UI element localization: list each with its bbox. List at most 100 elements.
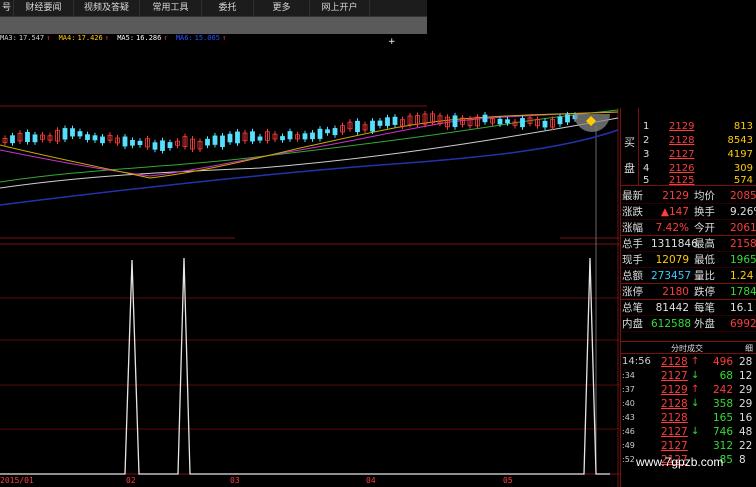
bid-row[interactable]: 1 2129 813: [643, 120, 755, 133]
x-axis-label-4: 05: [503, 476, 513, 485]
candle-body: [557, 116, 563, 125]
tick-direction-icon: ↓: [691, 370, 700, 381]
tick-price: 2128: [661, 356, 688, 368]
candle-body: [160, 140, 165, 151]
stat-value: 2129: [662, 190, 689, 202]
candle-body: [280, 136, 285, 141]
bid-row[interactable]: 3 2127 4197: [643, 148, 755, 161]
stat-label: 均价: [694, 190, 715, 202]
candle-body: [167, 142, 173, 149]
stat-value: 1.24: [730, 270, 754, 282]
candle-body: [85, 134, 90, 140]
tick-row[interactable]: :43 2128 165 16: [621, 411, 756, 425]
stat-value: 2085: [730, 190, 756, 202]
quote-panel: 买 盘 1 2129 813 2 2128 8543 3 2127 4197 4 2126 30…: [620, 108, 756, 487]
stat-row: 现手 12079 最低 1965: [621, 252, 756, 268]
stat-label: 内盘: [622, 318, 643, 330]
tick-volume: 68: [719, 370, 733, 382]
tick-price: 2127: [661, 440, 688, 452]
candle-body: [257, 136, 263, 141]
stat-value: 7.42%: [655, 222, 689, 234]
candle-body: [385, 117, 390, 126]
candle-body: [497, 118, 503, 125]
candle-body: [302, 133, 308, 140]
tick-row[interactable]: :49 2127 312 22: [621, 439, 756, 453]
bid-row[interactable]: 5 2125 574: [643, 174, 755, 187]
bid-label-buy: 买: [624, 136, 635, 149]
stat-value: 16.1: [730, 302, 754, 314]
tick-time: :37: [622, 385, 635, 394]
tick-time: 14:56: [622, 356, 651, 367]
candle-body: [317, 128, 323, 139]
stat-row: 涨停 2180 跌停 1784: [621, 284, 756, 300]
stat-label: 换手: [694, 206, 715, 218]
tick-volume: 165: [712, 412, 733, 424]
tick-volume: 496: [712, 356, 733, 368]
candle-body: [392, 116, 398, 125]
candle-body: [332, 128, 338, 136]
tick-time: :49: [622, 441, 635, 450]
stat-value: 81442: [655, 302, 689, 314]
tick-price: 2129: [661, 384, 688, 396]
tick-row[interactable]: 14:56 2128 ↑ 496 28: [621, 355, 756, 369]
stat-label: 跌停: [694, 286, 715, 298]
stat-label: 涨幅: [622, 222, 643, 234]
stat-label: 量比: [694, 270, 715, 282]
bid-book: 买 盘 1 2129 813 2 2128 8543 3 2127 4197 4 2126 30…: [621, 108, 756, 186]
x-axis-label-1: 02: [126, 476, 136, 485]
tick-volume: 746: [712, 426, 733, 438]
stat-value: 1784: [730, 286, 756, 298]
stat-value: 2180: [662, 286, 689, 298]
tick-volume: 242: [712, 384, 733, 396]
tick-time: :40: [622, 399, 635, 408]
tick-row[interactable]: :34 2127 ↓ 68 12: [621, 369, 756, 383]
bid-row[interactable]: 2 2128 8543: [643, 134, 755, 147]
stat-label: 现手: [622, 254, 643, 266]
stock-chart[interactable]: [0, 0, 620, 487]
stat-row: 最新 2129 均价 2085: [621, 188, 756, 204]
stat-label: 总笔: [622, 302, 643, 314]
candle-body: [310, 132, 315, 140]
candle-body: [32, 134, 38, 143]
stat-row: 涨幅 7.42% 今开 2061: [621, 220, 756, 236]
candle-body: [77, 131, 83, 137]
candle-body: [92, 135, 98, 141]
tick-row[interactable]: :37 2129 ↑ 242 29: [621, 383, 756, 397]
tick-price: 2127: [661, 370, 688, 382]
stat-label: 总额: [622, 270, 643, 282]
tick-time: :34: [622, 371, 635, 380]
candle-body: [235, 131, 240, 144]
candle-body: [25, 131, 30, 143]
candle-body: [70, 128, 75, 137]
quote-stats: 最新 2129 均价 2085 涨跌 ▲147 换手 9.26% 涨幅 7.42% 今开 2061 总手…: [621, 188, 756, 332]
candle-body: [152, 142, 158, 150]
tick-price: 2127: [661, 426, 688, 438]
tick-count: 12: [739, 370, 753, 382]
candle-body: [137, 140, 143, 146]
candle-body: [205, 138, 210, 146]
stat-label: 最低: [694, 254, 715, 266]
tick-trades-header[interactable]: 分时成交 细: [621, 341, 756, 354]
tick-count: 22: [739, 440, 753, 452]
candle-body: [100, 136, 105, 144]
candle-body: [325, 129, 330, 134]
tick-row[interactable]: :46 2127 ↓ 746 48: [621, 425, 756, 439]
tick-row[interactable]: :40 2128 ↓ 358 29: [621, 397, 756, 411]
candle-body: [565, 114, 570, 123]
stat-label: 今开: [694, 222, 715, 234]
candle-body: [122, 136, 128, 147]
stat-label: 涨跌: [622, 206, 643, 218]
stat-row: 内盘 612588外盘 699258: [621, 316, 756, 332]
tick-count: 48: [739, 426, 753, 438]
candle-body: [377, 120, 383, 126]
tick-time: :46: [622, 427, 635, 436]
tick-trades-list: 14:56 2128 ↑ 496 28:34 2127 ↓ 68 12:37 2129 ↑ 242 29…: [621, 355, 756, 467]
stat-value: 612588: [651, 318, 692, 330]
candle-body: [370, 120, 375, 132]
tick-count: 29: [739, 384, 753, 396]
candle-body: [10, 135, 15, 144]
ma-line-yellow: [0, 111, 619, 179]
stat-label: 涨停: [622, 286, 643, 298]
tick-price: 2128: [661, 398, 688, 410]
stat-label: 总手: [622, 238, 643, 250]
